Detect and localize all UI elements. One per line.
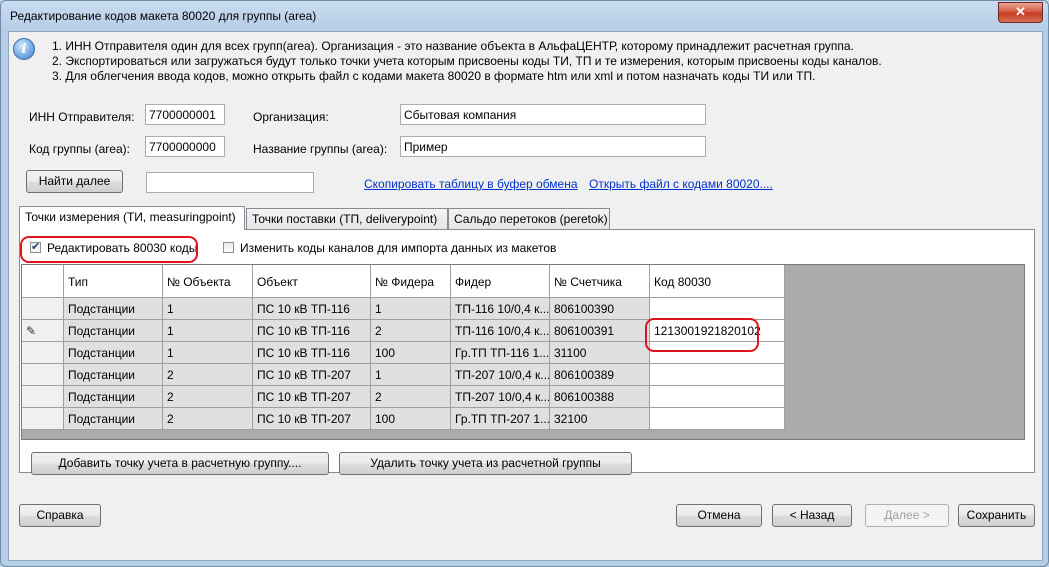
row-selector[interactable] bbox=[22, 386, 64, 408]
column-header-feeder-number[interactable]: № Фидера bbox=[371, 265, 451, 298]
tab-measuring-points[interactable]: Точки измерения (ТИ, measuringpoint) bbox=[19, 206, 245, 230]
column-header-meter-number[interactable]: № Счетчика bbox=[550, 265, 650, 298]
organization-field[interactable]: Сбытовая компания bbox=[400, 104, 706, 125]
column-header-object[interactable]: Объект bbox=[253, 265, 371, 298]
table-cell: 100 bbox=[371, 342, 451, 364]
cancel-button[interactable]: Отмена bbox=[676, 504, 762, 527]
back-button[interactable]: < Назад bbox=[772, 504, 852, 527]
search-input[interactable] bbox=[146, 172, 314, 193]
table-cell: 1 bbox=[163, 298, 253, 320]
column-header-code-80030[interactable]: Код 80030 bbox=[650, 265, 785, 298]
row-selector[interactable] bbox=[22, 298, 64, 320]
dialog-window: Редактирование кодов макета 80020 для гр… bbox=[0, 0, 1049, 567]
table-cell: 2 bbox=[163, 386, 253, 408]
title-bar[interactable]: Редактирование кодов макета 80020 для гр… bbox=[1, 1, 1048, 31]
row-header-corner bbox=[22, 265, 64, 298]
next-button[interactable]: Далее > bbox=[865, 504, 949, 527]
table-cell: Подстанции bbox=[64, 342, 163, 364]
add-point-button[interactable]: Добавить точку учета в расчетную группу.… bbox=[31, 452, 329, 475]
code-80030-cell[interactable] bbox=[650, 298, 785, 320]
dialog-client-area: i 1. ИНН Отправителя один для всех групп… bbox=[8, 31, 1043, 561]
highlight-edit-80030 bbox=[20, 236, 198, 263]
change-channel-codes-label: Изменить коды каналов для импорта данных… bbox=[240, 241, 557, 255]
table-cell: ПС 10 кВ ТП-207 bbox=[253, 408, 371, 430]
organization-label: Организация: bbox=[253, 110, 329, 124]
table-cell: ПС 10 кВ ТП-207 bbox=[253, 386, 371, 408]
info-line-2: 2. Экспортироваться или загружаться буду… bbox=[52, 54, 882, 68]
table-cell: Гр.ТП ТП-207 1... bbox=[451, 408, 550, 430]
table-cell: 1 bbox=[371, 364, 451, 386]
group-name-label: Название группы (area): bbox=[253, 142, 388, 156]
table-cell: ПС 10 кВ ТП-116 bbox=[253, 298, 371, 320]
group-name-field[interactable]: Пример bbox=[400, 136, 706, 157]
table-cell: 100 bbox=[371, 408, 451, 430]
close-button[interactable]: ✕ bbox=[998, 2, 1043, 23]
row-selector[interactable] bbox=[22, 408, 64, 430]
table-cell: Гр.ТП ТП-116 1... bbox=[451, 342, 550, 364]
table-cell: 2 bbox=[163, 408, 253, 430]
table-cell: 32100 bbox=[550, 408, 650, 430]
table-cell: Подстанции bbox=[64, 364, 163, 386]
tab-peretok[interactable]: Сальдо перетоков (peretok) bbox=[448, 208, 610, 229]
table-cell: 806100389 bbox=[550, 364, 650, 386]
table-cell: ТП-116 10/0,4 к... bbox=[451, 320, 550, 342]
table-cell: Подстанции bbox=[64, 320, 163, 342]
code-80030-cell[interactable] bbox=[650, 386, 785, 408]
open-codes-file-link[interactable]: Открыть файл с кодами 80020.... bbox=[589, 177, 773, 191]
column-header-type[interactable]: Тип bbox=[64, 265, 163, 298]
table-cell: ПС 10 кВ ТП-116 bbox=[253, 320, 371, 342]
table-cell: ТП-207 10/0,4 к... bbox=[451, 364, 550, 386]
row-selector[interactable]: ✎ bbox=[22, 320, 64, 342]
table-cell: ПС 10 кВ ТП-207 bbox=[253, 364, 371, 386]
table-cell: 806100388 bbox=[550, 386, 650, 408]
code-80030-cell[interactable] bbox=[650, 364, 785, 386]
window-title: Редактирование кодов макета 80020 для гр… bbox=[10, 9, 317, 23]
highlight-code-80030 bbox=[645, 318, 759, 352]
table-cell: Подстанции bbox=[64, 408, 163, 430]
group-code-field[interactable]: 7700000000 bbox=[145, 136, 225, 157]
table-cell: 2 bbox=[371, 320, 451, 342]
table-cell: ПС 10 кВ ТП-116 bbox=[253, 342, 371, 364]
find-next-button[interactable]: Найти далее bbox=[26, 170, 123, 193]
remove-point-button[interactable]: Удалить точку учета из расчетной группы bbox=[339, 452, 632, 475]
table-cell: Подстанции bbox=[64, 386, 163, 408]
table-cell: Подстанции bbox=[64, 298, 163, 320]
measuring-points-grid: Тип № Объекта Объект № Фидера Фидер № Сч… bbox=[21, 264, 1025, 440]
inn-field[interactable]: 7700000001 bbox=[145, 104, 225, 125]
help-button[interactable]: Справка bbox=[19, 504, 101, 527]
table-cell: 2 bbox=[163, 364, 253, 386]
table-cell: 806100391 bbox=[550, 320, 650, 342]
info-line-1: 1. ИНН Отправителя один для всех групп(a… bbox=[52, 39, 854, 53]
change-channel-codes-checkbox[interactable] bbox=[223, 242, 234, 253]
column-header-object-number[interactable]: № Объекта bbox=[163, 265, 253, 298]
close-icon: ✕ bbox=[1015, 4, 1026, 19]
info-text: 1. ИНН Отправителя один для всех групп(a… bbox=[52, 39, 882, 84]
table-cell: 1 bbox=[163, 320, 253, 342]
group-code-label: Код группы (area): bbox=[29, 142, 130, 156]
save-button[interactable]: Сохранить bbox=[958, 504, 1035, 527]
table-cell: 31100 bbox=[550, 342, 650, 364]
table-cell: 806100390 bbox=[550, 298, 650, 320]
info-icon: i bbox=[13, 38, 35, 60]
tab-delivery-points[interactable]: Точки поставки (ТП, deliverypoint) bbox=[246, 208, 448, 229]
table-cell: 2 bbox=[371, 386, 451, 408]
copy-table-link[interactable]: Скопировать таблицу в буфер обмена bbox=[364, 177, 578, 191]
table-cell: 1 bbox=[163, 342, 253, 364]
column-header-feeder[interactable]: Фидер bbox=[451, 265, 550, 298]
table-cell: ТП-116 10/0,4 к... bbox=[451, 298, 550, 320]
info-line-3: 3. Для облегчения ввода кодов, можно отк… bbox=[52, 69, 816, 83]
row-selector[interactable] bbox=[22, 342, 64, 364]
inn-label: ИНН Отправителя: bbox=[29, 110, 135, 124]
table-cell: ТП-207 10/0,4 к... bbox=[451, 386, 550, 408]
row-selector[interactable] bbox=[22, 364, 64, 386]
table-cell: 1 bbox=[371, 298, 451, 320]
code-80030-cell[interactable] bbox=[650, 408, 785, 430]
edit-pencil-icon: ✎ bbox=[26, 324, 37, 338]
